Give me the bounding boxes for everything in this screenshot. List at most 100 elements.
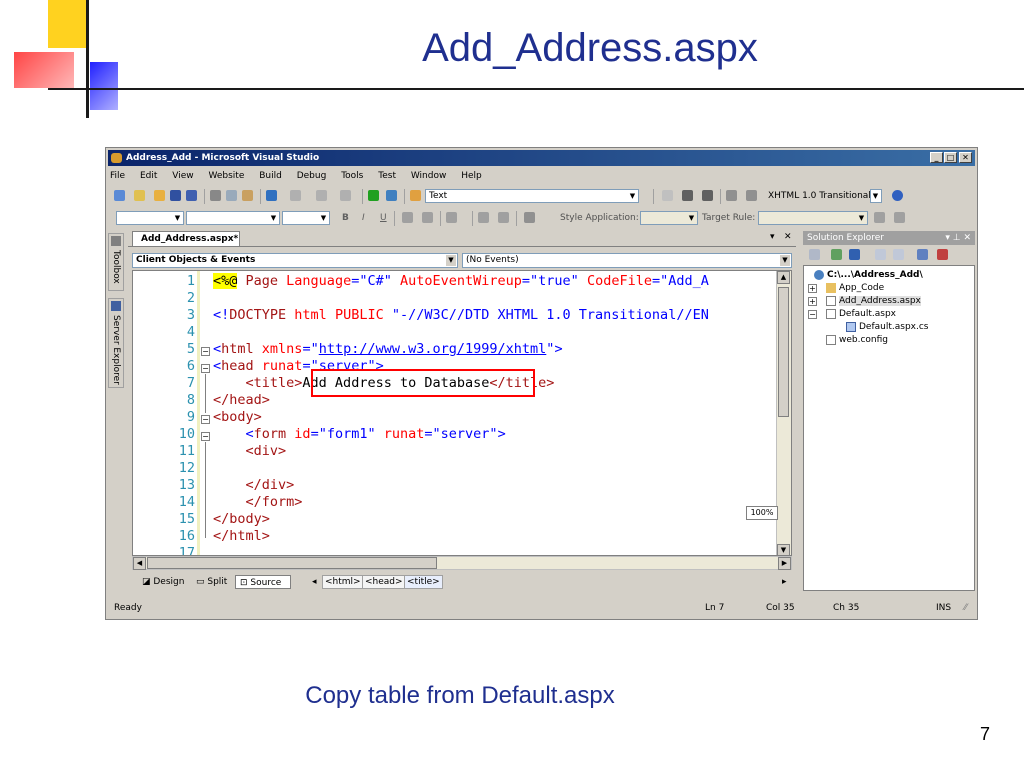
view-designer-icon[interactable] bbox=[893, 249, 904, 260]
comment-icon[interactable] bbox=[662, 190, 673, 201]
chevron-down-icon[interactable]: ▼ bbox=[446, 255, 456, 266]
chevron-down-icon[interactable]: ▼ bbox=[319, 213, 328, 223]
tree-item-project[interactable]: C:\...\Address_Add\ bbox=[814, 269, 923, 281]
foreground-color-icon[interactable] bbox=[402, 212, 413, 223]
browse-icon[interactable] bbox=[386, 190, 397, 201]
menu-file[interactable]: File bbox=[110, 171, 125, 181]
menu-tools[interactable]: Tools bbox=[341, 171, 363, 181]
tree-item-web-config[interactable]: web.config bbox=[826, 334, 888, 346]
copy-website-icon[interactable] bbox=[917, 249, 928, 260]
objects-combo[interactable]: Client Objects & Events ▼ bbox=[132, 253, 458, 268]
tab-design[interactable]: ◪ Design bbox=[138, 575, 188, 589]
tab-split[interactable]: ▭ Split bbox=[192, 575, 231, 589]
breadcrumb-head[interactable]: <head> bbox=[362, 575, 406, 589]
new-style-icon[interactable] bbox=[874, 212, 885, 223]
asp-config-icon[interactable] bbox=[937, 249, 948, 260]
save-all-icon[interactable] bbox=[186, 190, 197, 201]
xmlns-link[interactable]: http://www.w3.org/1999/xhtml bbox=[319, 341, 547, 357]
scroll-down-icon[interactable]: ▼ bbox=[777, 544, 790, 555]
scroll-up-icon[interactable]: ▲ bbox=[777, 271, 790, 284]
close-document-icon[interactable]: ✕ bbox=[784, 232, 792, 242]
expand-icon[interactable]: + bbox=[808, 284, 817, 293]
chevron-down-icon[interactable]: ▼ bbox=[857, 213, 866, 223]
start-debugging-icon[interactable] bbox=[368, 190, 379, 201]
background-color-icon[interactable] bbox=[422, 212, 433, 223]
underline-button[interactable]: U bbox=[380, 213, 387, 223]
chevron-down-icon[interactable]: ▼ bbox=[871, 191, 880, 201]
zoom-level[interactable]: 100% bbox=[746, 506, 778, 520]
schema-label[interactable]: XHTML 1.0 Transitional ( bbox=[768, 191, 877, 201]
menu-window[interactable]: Window bbox=[411, 171, 447, 181]
close-button[interactable]: ✕ bbox=[959, 152, 972, 163]
breadcrumb-title[interactable]: <title> bbox=[404, 575, 443, 589]
properties-icon[interactable] bbox=[809, 249, 820, 260]
collapse-icon[interactable]: − bbox=[201, 364, 210, 373]
tree-item-default-aspx[interactable]: Default.aspx bbox=[826, 308, 896, 320]
cut-icon[interactable] bbox=[210, 190, 221, 201]
vertical-scrollbar[interactable]: ▲ ▼ bbox=[776, 271, 791, 555]
horizontal-scrollbar[interactable]: ◀ ▶ bbox=[132, 556, 792, 570]
target-rule-combo[interactable]: ▼ bbox=[758, 211, 868, 225]
bold-button[interactable]: B bbox=[342, 213, 349, 223]
save-icon[interactable] bbox=[170, 190, 181, 201]
hyperlink-icon[interactable] bbox=[524, 212, 535, 223]
navigate-back-icon[interactable] bbox=[316, 190, 327, 201]
block-format-combo[interactable]: ▼ bbox=[116, 211, 184, 225]
collapse-icon[interactable]: − bbox=[201, 432, 210, 441]
tab-add-address-aspx[interactable]: Add_Address.aspx* bbox=[132, 231, 240, 246]
toolbox-tab[interactable]: Toolbox bbox=[108, 233, 124, 291]
open-icon[interactable] bbox=[154, 190, 165, 201]
menu-test[interactable]: Test bbox=[378, 171, 396, 181]
scroll-left-icon[interactable]: ◀ bbox=[133, 557, 146, 570]
chevron-down-icon[interactable]: ▼ bbox=[269, 213, 278, 223]
menu-build[interactable]: Build bbox=[259, 171, 282, 181]
document-dropdown-icon[interactable]: ▾ bbox=[770, 232, 775, 242]
chevron-down-icon[interactable]: ▼ bbox=[687, 213, 696, 223]
navigate-forward-icon[interactable] bbox=[340, 190, 351, 201]
chevron-down-icon[interactable]: ▼ bbox=[780, 255, 790, 266]
font-name-combo[interactable]: ▼ bbox=[186, 211, 280, 225]
font-size-combo[interactable]: ▼ bbox=[282, 211, 330, 225]
numbered-list-icon[interactable] bbox=[478, 212, 489, 223]
expand-icon[interactable]: + bbox=[808, 297, 817, 306]
tree-item-app-code[interactable]: App_Code bbox=[826, 282, 884, 294]
server-explorer-tab[interactable]: Server Explorer bbox=[108, 298, 124, 388]
menu-website[interactable]: Website bbox=[208, 171, 244, 181]
collapse-icon[interactable]: − bbox=[201, 347, 210, 356]
collapse-icon[interactable]: − bbox=[808, 310, 817, 319]
schema-dropdown-button[interactable]: ▼ bbox=[870, 189, 882, 203]
scroll-thumb[interactable] bbox=[778, 287, 789, 417]
view-code-icon[interactable] bbox=[875, 249, 886, 260]
italic-button[interactable]: I bbox=[362, 213, 365, 223]
menu-edit[interactable]: Edit bbox=[140, 171, 157, 181]
menu-debug[interactable]: Debug bbox=[297, 171, 327, 181]
format-selection-icon[interactable] bbox=[746, 190, 757, 201]
paste-icon[interactable] bbox=[242, 190, 253, 201]
chevron-down-icon[interactable]: ▼ bbox=[628, 191, 637, 201]
indent-icon[interactable] bbox=[682, 190, 693, 201]
new-project-icon[interactable] bbox=[114, 190, 125, 201]
breadcrumb-html[interactable]: <html> bbox=[322, 575, 364, 589]
find-combo[interactable]: Text ▼ bbox=[425, 189, 639, 203]
code-editor[interactable]: 1 2 3 4 5 6 7 8 9 10 11 12 13 14 15 16 17 − − − − <%@ Pa… bbox=[132, 270, 792, 556]
copy-icon[interactable] bbox=[226, 190, 237, 201]
scroll-right-icon[interactable]: ▶ bbox=[778, 557, 791, 570]
minimize-button[interactable]: _ bbox=[930, 152, 943, 163]
collapse-icon[interactable]: − bbox=[201, 415, 210, 424]
attach-stylesheet-icon[interactable] bbox=[894, 212, 905, 223]
chevron-down-icon[interactable]: ▼ bbox=[173, 213, 182, 223]
resize-grip-icon[interactable]: ⁄⁄ bbox=[964, 600, 967, 617]
style-application-combo[interactable]: ▼ bbox=[640, 211, 698, 225]
outdent-icon[interactable] bbox=[702, 190, 713, 201]
maximize-button[interactable]: □ bbox=[944, 152, 957, 163]
undo-icon[interactable] bbox=[266, 190, 277, 201]
redo-icon[interactable] bbox=[290, 190, 301, 201]
chevron-left-icon[interactable]: ◂ bbox=[312, 577, 317, 587]
menu-help[interactable]: Help bbox=[461, 171, 482, 181]
tree-item-default-cs[interactable]: Default.aspx.cs bbox=[846, 321, 929, 333]
events-combo[interactable]: (No Events) ▼ bbox=[462, 253, 792, 268]
justify-icon[interactable] bbox=[446, 212, 457, 223]
refresh-icon[interactable] bbox=[831, 249, 842, 260]
find-in-files-icon[interactable] bbox=[410, 190, 421, 201]
check-accessibility-icon[interactable] bbox=[892, 190, 903, 201]
